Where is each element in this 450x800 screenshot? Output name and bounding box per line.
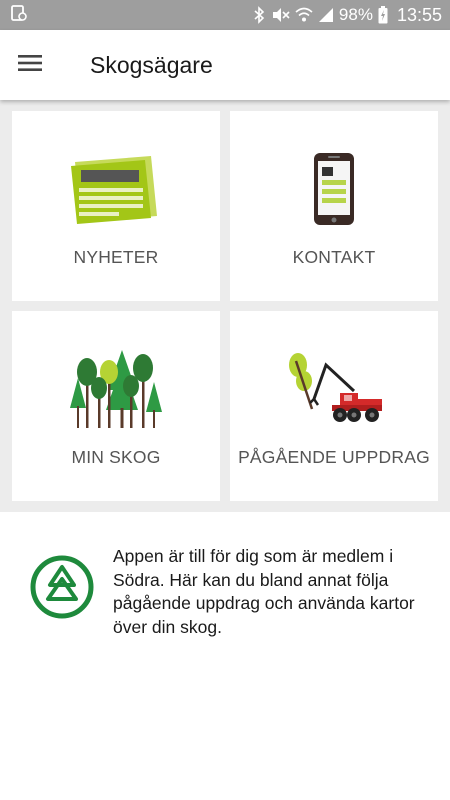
tile-pagaende-uppdrag[interactable]: PÅGÅENDE UPPDRAG [230,311,438,501]
signal-icon [318,7,334,23]
hamburger-menu-icon [17,53,43,78]
forest-icon [70,349,162,429]
tile-min-skog[interactable]: MIN SKOG [12,311,220,501]
tile-label: MIN SKOG [71,447,161,467]
tile-grid: NYHETER KONTAKT MIN SKOG PÅGÅENDE UPPDRA… [0,100,450,512]
tile-label: KONTAKT [292,247,376,267]
info-section: Appen är till för dig som är medlem i Sö… [0,512,450,800]
info-text: Appen är till för dig som är medlem i Sö… [113,546,415,637]
battery-charging-icon [378,6,388,24]
newspaper-icon [71,149,161,229]
sodra-logo [30,555,94,624]
wifi-icon [295,7,313,23]
status-left [10,4,28,27]
screenshot-notification-icon [10,4,28,27]
tile-kontakt[interactable]: KONTAKT [230,111,438,301]
tile-nyheter[interactable]: NYHETER [12,111,220,301]
mobile-phone-icon [312,149,356,229]
status-right: 98% 13:55 [253,5,442,26]
tile-label: PÅGÅENDE UPPDRAG [238,447,430,467]
menu-button[interactable] [0,30,60,100]
mute-icon [270,6,290,24]
clock: 13:55 [396,4,442,25]
status-bar: 98% 13:55 [0,0,450,30]
harvester-icon [284,349,384,429]
tile-label: NYHETER [73,247,159,267]
battery-percent: 98% [338,5,373,24]
app-bar: Skogsägare [0,30,450,100]
page-title: Skogsägare [90,51,213,78]
bluetooth-icon [253,6,265,24]
